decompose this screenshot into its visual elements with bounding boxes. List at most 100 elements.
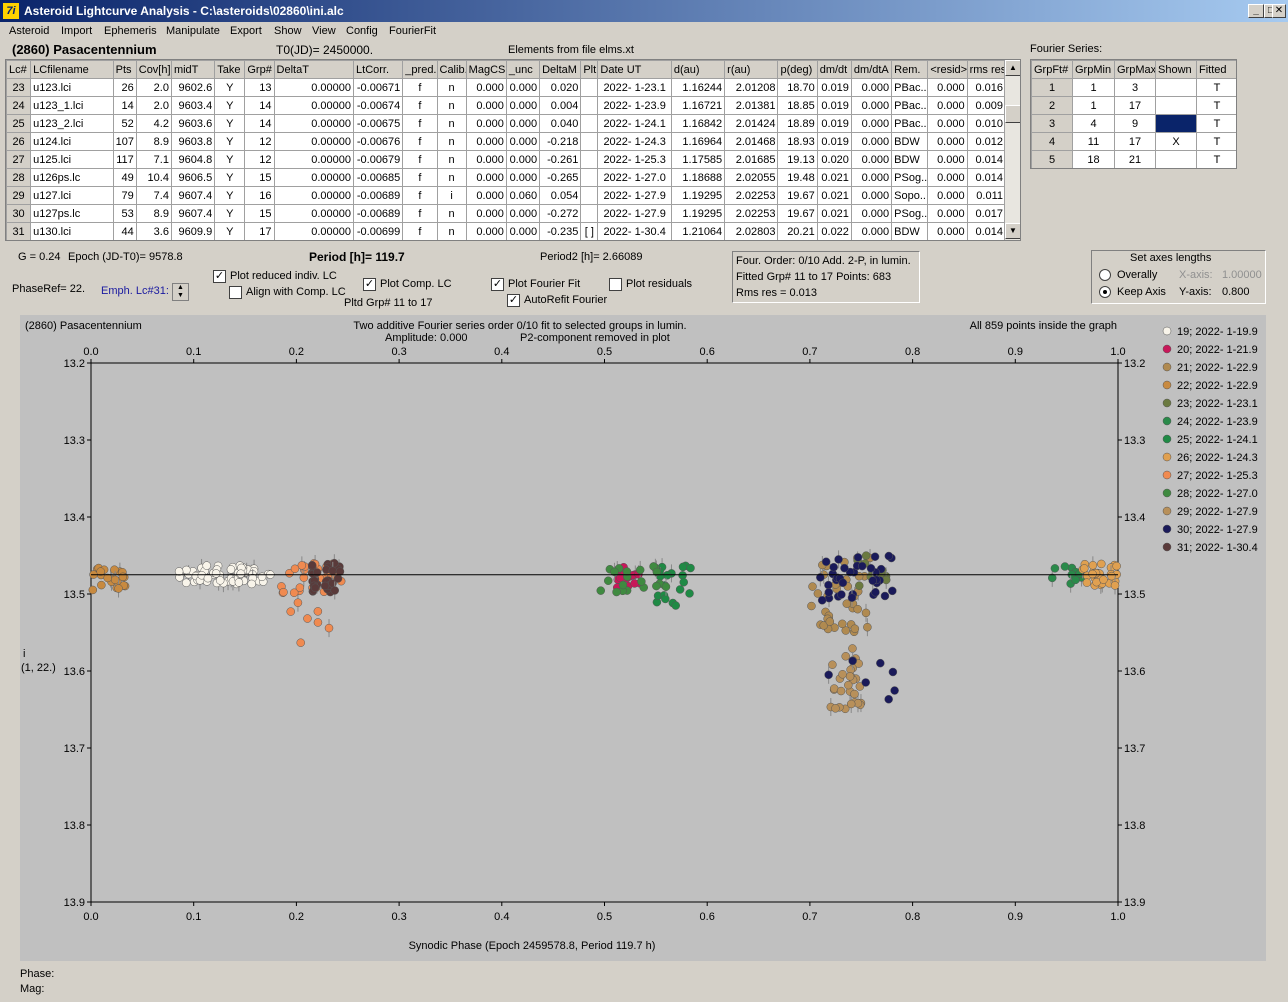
table-cell[interactable]: f bbox=[402, 222, 438, 240]
table-cell[interactable]: 0.000 bbox=[850, 78, 893, 97]
table-cell[interactable]: Y bbox=[214, 168, 246, 187]
table-cell[interactable] bbox=[580, 78, 599, 97]
table-cell[interactable]: u127.lci bbox=[30, 186, 114, 205]
table-cell[interactable]: -0.00674 bbox=[353, 96, 404, 115]
table-cell[interactable]: 26 bbox=[112, 78, 137, 97]
lc-column-header[interactable]: Pts bbox=[112, 60, 137, 79]
table-cell[interactable]: 2022- 1-23.1 bbox=[597, 78, 672, 97]
lc-column-header[interactable]: r(au) bbox=[724, 60, 779, 79]
table-cell[interactable]: Y bbox=[214, 150, 246, 169]
fourier-cell[interactable]: 2 bbox=[1031, 96, 1073, 115]
table-cell[interactable]: 0.054 bbox=[539, 186, 582, 205]
table-cell[interactable]: 13 bbox=[244, 78, 275, 97]
table-cell[interactable]: 19.67 bbox=[777, 204, 818, 223]
table-cell[interactable]: 9603.6 bbox=[170, 114, 216, 133]
table-cell[interactable]: 1.19295 bbox=[670, 204, 726, 223]
table-cell[interactable]: 0.000 bbox=[505, 132, 541, 151]
table-cell[interactable]: 0.000 bbox=[850, 114, 893, 133]
scroll-up-icon[interactable]: ▲ bbox=[1005, 60, 1020, 76]
table-cell[interactable]: 15 bbox=[244, 204, 275, 223]
table-cell[interactable]: 2022- 1-23.9 bbox=[597, 96, 672, 115]
table-cell[interactable]: 0.000 bbox=[505, 114, 541, 133]
table-cell[interactable]: 0.014 bbox=[966, 222, 1007, 240]
fourier-row[interactable]: 5 18 21 T bbox=[1031, 150, 1236, 168]
lc-column-header[interactable]: _unc bbox=[505, 60, 541, 79]
lc-table-scrollbar[interactable]: ▲ ▼ bbox=[1004, 60, 1020, 240]
lc-column-header[interactable]: Take bbox=[214, 60, 246, 79]
table-cell[interactable]: Y bbox=[214, 186, 246, 205]
table-row[interactable]: 26 u124.lci 107 8.9 9603.8 Y 12 0.00000 -0.00676… bbox=[6, 132, 1007, 151]
table-cell[interactable]: Y bbox=[214, 222, 246, 240]
table-cell[interactable]: 0.000 bbox=[850, 222, 893, 240]
lc-column-header[interactable]: DeltaT bbox=[273, 60, 355, 79]
table-cell[interactable]: u123.lci bbox=[30, 78, 114, 97]
fourier-column-header[interactable]: GrpMax bbox=[1114, 60, 1156, 79]
table-cell[interactable]: 2.0 bbox=[135, 78, 172, 97]
table-cell[interactable]: 0.000 bbox=[465, 132, 507, 151]
table-cell[interactable]: 2.01468 bbox=[724, 132, 779, 151]
table-cell[interactable]: 0.000 bbox=[505, 78, 541, 97]
table-cell[interactable]: 0.022 bbox=[816, 222, 852, 240]
table-cell[interactable]: n bbox=[436, 168, 467, 187]
plot-svg[interactable]: (2860) Pasacentennium Two additive Fouri… bbox=[20, 315, 1266, 961]
table-cell[interactable]: 0.014 bbox=[966, 168, 1007, 187]
table-cell[interactable]: u124.lci bbox=[30, 132, 114, 151]
fourier-cell[interactable]: 5 bbox=[1031, 150, 1073, 168]
table-cell[interactable]: 31 bbox=[6, 222, 32, 240]
table-cell[interactable]: 0.00000 bbox=[273, 222, 355, 240]
fourier-cell[interactable]: 17 bbox=[1114, 96, 1156, 115]
table-cell[interactable]: 0.060 bbox=[505, 186, 541, 205]
table-cell[interactable]: 0.00000 bbox=[273, 132, 355, 151]
table-cell[interactable]: 2022- 1-27.9 bbox=[597, 204, 672, 223]
table-cell[interactable] bbox=[580, 132, 599, 151]
fourier-column-header[interactable]: GrpMin bbox=[1072, 60, 1115, 79]
table-cell[interactable]: 17 bbox=[244, 222, 275, 240]
table-cell[interactable]: -0.218 bbox=[539, 132, 582, 151]
table-cell[interactable]: 0.000 bbox=[465, 96, 507, 115]
lightcurve-plot[interactable]: (2860) Pasacentennium Two additive Fouri… bbox=[20, 315, 1266, 961]
table-cell[interactable]: PSog.. bbox=[891, 204, 929, 223]
table-cell[interactable]: 18.89 bbox=[777, 114, 818, 133]
table-cell[interactable]: f bbox=[402, 96, 438, 115]
table-cell[interactable]: 0.000 bbox=[927, 186, 968, 205]
fourier-cell[interactable]: 18 bbox=[1072, 150, 1115, 168]
table-cell[interactable]: 0.000 bbox=[465, 150, 507, 169]
table-cell[interactable]: 1.17585 bbox=[670, 150, 726, 169]
table-cell[interactable]: 0.000 bbox=[927, 204, 968, 223]
table-cell[interactable]: 0.00000 bbox=[273, 186, 355, 205]
table-cell[interactable]: 23 bbox=[6, 78, 32, 97]
table-cell[interactable]: -0.00675 bbox=[353, 114, 404, 133]
table-cell[interactable]: -0.235 bbox=[539, 222, 582, 240]
table-cell[interactable]: 18.85 bbox=[777, 96, 818, 115]
lc-column-header[interactable]: _pred. bbox=[402, 60, 438, 79]
table-row[interactable]: 23 u123.lci 26 2.0 9602.6 Y 13 0.00000 -0.00671 f… bbox=[6, 78, 1007, 97]
table-cell[interactable]: 2022- 1-25.3 bbox=[597, 150, 672, 169]
fourier-cell[interactable] bbox=[1155, 78, 1197, 97]
table-cell[interactable]: Y bbox=[214, 132, 246, 151]
table-cell[interactable]: 26 bbox=[6, 132, 32, 151]
table-cell[interactable]: 2.0 bbox=[135, 96, 172, 115]
table-cell[interactable]: 0.00000 bbox=[273, 204, 355, 223]
table-cell[interactable]: 0.000 bbox=[505, 204, 541, 223]
table-cell[interactable]: BDW bbox=[891, 132, 929, 151]
table-cell[interactable]: i bbox=[436, 186, 467, 205]
table-cell[interactable]: BDW bbox=[891, 222, 929, 240]
lc-column-header[interactable]: <resid> bbox=[927, 60, 968, 79]
table-cell[interactable]: 53 bbox=[112, 204, 137, 223]
table-cell[interactable]: 0.000 bbox=[850, 150, 893, 169]
table-cell[interactable]: 0.016 bbox=[966, 78, 1007, 97]
table-cell[interactable]: Y bbox=[214, 78, 246, 97]
table-cell[interactable]: 0.000 bbox=[465, 222, 507, 240]
table-cell[interactable] bbox=[580, 114, 599, 133]
fourier-cell[interactable]: 11 bbox=[1072, 132, 1115, 151]
table-cell[interactable]: -0.00671 bbox=[353, 78, 404, 97]
fourier-cell[interactable] bbox=[1155, 150, 1197, 168]
table-cell[interactable]: 0.000 bbox=[927, 114, 968, 133]
table-cell[interactable]: 7.4 bbox=[135, 186, 172, 205]
table-cell[interactable]: 2022- 1-24.3 bbox=[597, 132, 672, 151]
table-cell[interactable]: 0.000 bbox=[850, 132, 893, 151]
table-cell[interactable]: 0.000 bbox=[927, 96, 968, 115]
lc-column-header[interactable]: rms res bbox=[966, 60, 1007, 79]
table-cell[interactable]: 14 bbox=[112, 96, 137, 115]
table-cell[interactable]: 0.040 bbox=[539, 114, 582, 133]
